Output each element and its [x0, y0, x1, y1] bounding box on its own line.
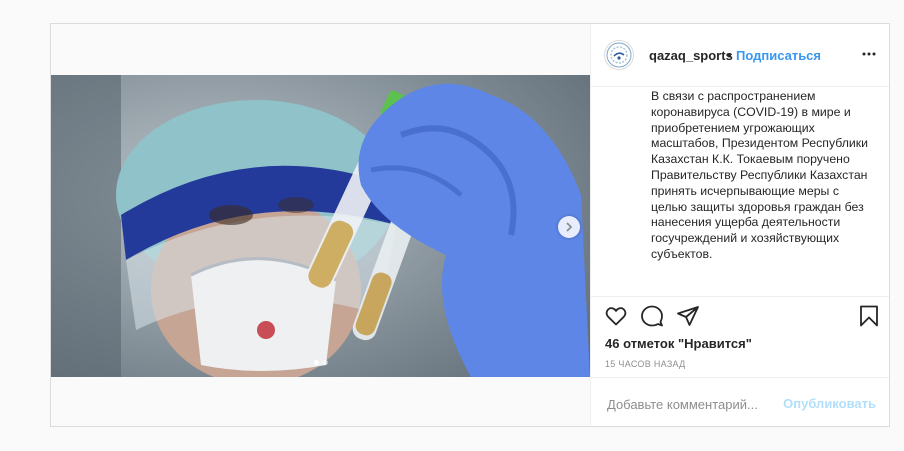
- action-bar: [591, 304, 889, 330]
- post-photo: [51, 75, 590, 377]
- paper-plane-icon[interactable]: [676, 304, 700, 328]
- lab-worker-image: [51, 75, 590, 377]
- post-sidebar: qazaq_sports • Подписаться В связи с рас…: [590, 24, 889, 426]
- more-horizontal-icon[interactable]: [861, 46, 877, 62]
- post-caption: В связи с распространением коронавируса …: [651, 89, 869, 261]
- likes-count[interactable]: 46 отметок "Нравится": [605, 336, 752, 351]
- qazaq-sports-logo-icon: [606, 42, 632, 68]
- post-timestamp[interactable]: 15 часов назад: [605, 359, 686, 369]
- carousel-next-button[interactable]: [558, 216, 580, 238]
- heart-icon[interactable]: [604, 304, 628, 328]
- chevron-right-icon: [566, 222, 573, 232]
- carousel-dot-active: [313, 360, 319, 365]
- post-media: [51, 24, 590, 426]
- follow-button[interactable]: Подписаться: [736, 48, 821, 63]
- caption-scroll-area[interactable]: В связи с распространением коронавируса …: [591, 87, 889, 296]
- carousel-dot: [322, 360, 328, 365]
- post-header: qazaq_sports • Подписаться: [591, 24, 889, 87]
- comment-input[interactable]: [605, 394, 784, 414]
- comment-form: Опубликовать: [591, 377, 889, 428]
- comment-icon[interactable]: [640, 304, 664, 328]
- instagram-post: qazaq_sports • Подписаться В связи с рас…: [50, 23, 890, 427]
- header-separator: •: [727, 48, 732, 63]
- avatar[interactable]: [604, 40, 634, 70]
- publish-button[interactable]: Опубликовать: [783, 396, 876, 411]
- bookmark-icon[interactable]: [857, 304, 881, 328]
- carousel-indicator: [313, 360, 328, 365]
- username-link[interactable]: qazaq_sports: [649, 48, 733, 63]
- section-divider: [591, 296, 889, 297]
